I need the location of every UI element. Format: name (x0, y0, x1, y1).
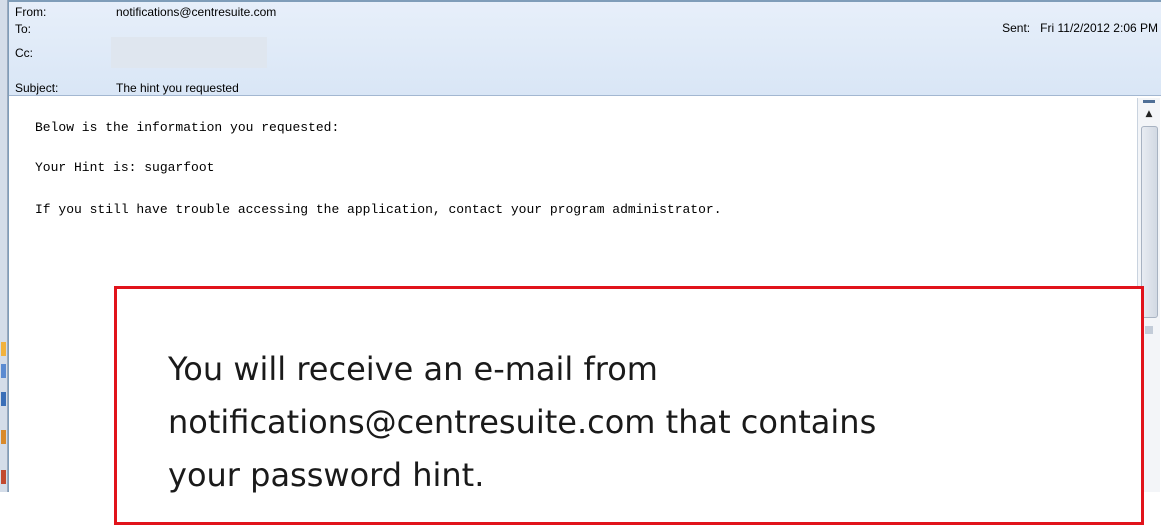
from-label: From: (15, 5, 47, 19)
body-line-help: If you still have trouble accessing the … (35, 202, 722, 217)
subject-label: Subject: (15, 81, 59, 95)
cc-label: Cc: (15, 46, 33, 60)
sent-info: Sent: Fri 11/2/2012 2:06 PM (1002, 21, 1158, 36)
body-line-hint: Your Hint is: sugarfoot (35, 160, 215, 175)
subject-value: The hint you requested (116, 81, 239, 95)
window-left-edge (0, 0, 8, 492)
taskbar-icon (1, 430, 6, 444)
callout-line-1: You will receive an e-mail from (168, 350, 658, 388)
taskbar-icon (1, 392, 6, 406)
scroll-top-marker (1143, 100, 1155, 103)
callout-line-2: notifications@centresuite.com that conta… (168, 403, 877, 441)
redacted-recipient (111, 37, 267, 68)
scroll-grip[interactable] (1145, 326, 1153, 334)
taskbar-icon (1, 364, 6, 378)
body-line-intro: Below is the information you requested: (35, 120, 340, 135)
scroll-up-arrow-icon[interactable]: ▲ (1141, 108, 1157, 120)
email-header: From: notifications@centresuite.com To: … (9, 0, 1161, 96)
instruction-callout: You will receive an e-mail from notifica… (114, 286, 1144, 525)
to-label: To: (15, 22, 32, 36)
sent-label: Sent: (1002, 21, 1031, 35)
sent-value: Fri 11/2/2012 2:06 PM (1040, 21, 1158, 35)
callout-line-3: your password hint. (168, 456, 485, 494)
taskbar-icon (1, 470, 6, 484)
taskbar-icon (1, 342, 6, 356)
from-value[interactable]: notifications@centresuite.com (116, 5, 276, 20)
